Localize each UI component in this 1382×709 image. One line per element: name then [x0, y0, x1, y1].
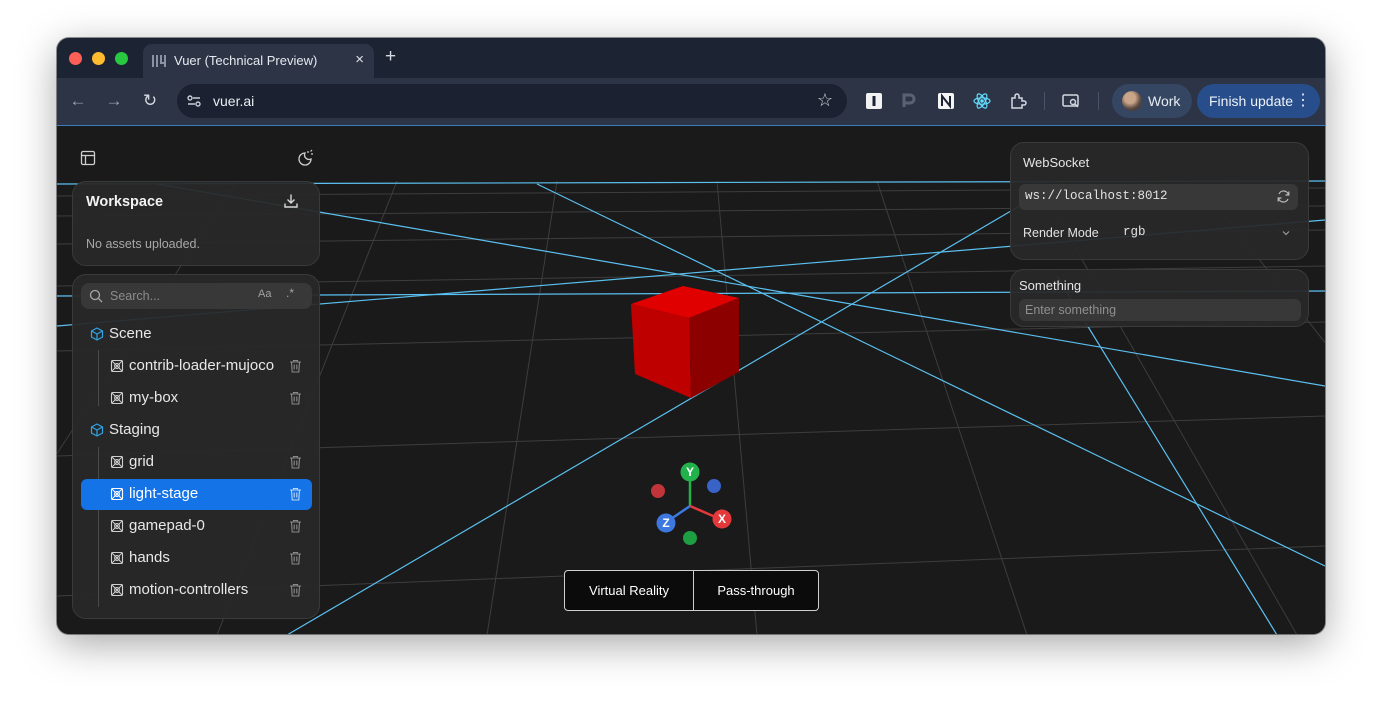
close-window-button[interactable]	[69, 52, 82, 65]
tab-search-icon[interactable]	[1061, 91, 1081, 111]
new-tab-button[interactable]: +	[385, 47, 396, 67]
layout-icon[interactable]	[80, 150, 96, 166]
node-icon	[110, 487, 124, 501]
refresh-icon[interactable]	[1276, 189, 1291, 204]
axis-gizmo[interactable]: Y X Z	[651, 462, 732, 546]
regex-toggle[interactable]: .*	[286, 286, 294, 300]
tree-label: my-box	[129, 389, 179, 406]
browser-window: Vuer (Technical Preview) × + ← → ↻ vuer.…	[57, 38, 1325, 634]
node-icon	[110, 391, 124, 405]
notion-extension-icon[interactable]	[936, 91, 956, 111]
tree-label: light-stage	[129, 485, 199, 502]
tree-node-motion-controllers[interactable]: motion-controllers	[81, 575, 312, 606]
trash-icon[interactable]	[289, 551, 302, 565]
tree-node-light-stage[interactable]: light-stage	[81, 479, 312, 510]
url-text: vuer.ai	[213, 93, 255, 109]
tab-vuer[interactable]: Vuer (Technical Preview) ×	[143, 44, 374, 78]
instapaper-extension-icon[interactable]	[864, 91, 884, 111]
tree-node-hands[interactable]: hands	[81, 543, 312, 574]
three-d-viewport[interactable]: Y X Z Workspace No assets uploaded. Sear…	[57, 125, 1325, 634]
tree-node-grid[interactable]: grid	[81, 447, 312, 478]
trash-icon[interactable]	[289, 391, 302, 405]
tree-label: motion-controllers	[129, 581, 249, 598]
cube-group-icon	[90, 423, 104, 437]
back-button[interactable]: ←	[66, 89, 90, 113]
axis-z-label: Z	[662, 516, 669, 530]
node-icon	[110, 455, 124, 469]
virtual-reality-button[interactable]: Virtual Reality	[565, 571, 693, 610]
tree-label: gamepad-0	[129, 517, 205, 534]
toolbar-divider	[1044, 92, 1045, 110]
render-mode-select[interactable]: rgb	[1123, 225, 1146, 239]
avatar	[1122, 91, 1142, 111]
trash-icon[interactable]	[289, 519, 302, 533]
zoom-window-button[interactable]	[115, 52, 128, 65]
node-icon	[110, 519, 124, 533]
search-input[interactable]	[110, 287, 250, 305]
search-box: Aa .*	[81, 283, 312, 309]
tree-node-contrib-loader-mujoco[interactable]: contrib-loader-mujoco	[81, 351, 312, 382]
trash-icon[interactable]	[289, 583, 302, 597]
websocket-panel: WebSocket ws://localhost:8012 Render Mod…	[1010, 142, 1309, 260]
tab-title: Vuer (Technical Preview)	[174, 53, 318, 68]
browser-toolbar: ← → ↻ vuer.ai ☆ Work Finish update ⋮	[57, 78, 1325, 125]
tree-node-my-box[interactable]: my-box	[81, 383, 312, 414]
node-icon	[110, 551, 124, 565]
react-devtools-extension-icon[interactable]	[972, 91, 992, 111]
tab-close-icon[interactable]: ×	[355, 51, 364, 68]
node-icon	[110, 583, 124, 597]
tree-label: contrib-loader-mujoco	[129, 357, 275, 374]
profile-label: Work	[1148, 93, 1181, 109]
reload-button[interactable]: ↻	[138, 89, 162, 113]
websocket-title: WebSocket	[1023, 155, 1090, 170]
node-icon	[110, 359, 124, 373]
browser-menu-icon[interactable]: ⋮	[1295, 90, 1311, 110]
websocket-url: ws://localhost:8012	[1025, 189, 1168, 203]
websocket-url-field[interactable]: ws://localhost:8012	[1019, 184, 1298, 210]
tree-label: grid	[129, 453, 155, 470]
assets-note: No assets uploaded.	[86, 237, 200, 251]
profile-button[interactable]: Work	[1112, 84, 1192, 118]
bookmark-star-icon[interactable]: ☆	[817, 90, 833, 111]
minimize-window-button[interactable]	[92, 52, 105, 65]
workspace-title: Workspace	[86, 194, 164, 210]
red-cube[interactable]	[631, 286, 739, 398]
forward-button[interactable]: →	[102, 89, 126, 113]
something-panel: Something	[1010, 269, 1309, 327]
something-input[interactable]	[1019, 299, 1301, 321]
tab-bar: Vuer (Technical Preview) × +	[57, 38, 1325, 78]
trash-icon[interactable]	[289, 359, 302, 373]
chevron-down-icon[interactable]	[1281, 228, 1291, 238]
match-case-toggle[interactable]: Aa	[258, 288, 271, 300]
finish-update-button[interactable]: Finish update ⋮	[1197, 84, 1320, 118]
render-mode-label: Render Mode	[1023, 226, 1099, 240]
search-icon	[89, 289, 103, 303]
vuer-favicon-icon	[152, 55, 166, 67]
scene-tree-panel: Aa .* Scene contrib-loader-mujoco my-box	[72, 274, 320, 619]
something-title: Something	[1019, 278, 1082, 293]
address-bar[interactable]: vuer.ai ☆	[177, 84, 847, 118]
site-settings-icon[interactable]	[186, 93, 202, 109]
cube-group-icon	[90, 327, 104, 341]
xr-mode-toggle: Virtual Reality Pass-through	[564, 570, 819, 611]
tree-label: hands	[129, 549, 170, 566]
extensions-puzzle-icon[interactable]	[1008, 91, 1028, 111]
tree-group-scene[interactable]: Scene	[81, 319, 312, 350]
workspace-panel: Workspace No assets uploaded.	[72, 181, 320, 266]
toolbar-divider	[1098, 92, 1099, 110]
trash-icon[interactable]	[289, 487, 302, 501]
tree-label: Staging	[109, 421, 160, 438]
pass-through-button[interactable]: Pass-through	[694, 571, 818, 610]
download-icon[interactable]	[283, 193, 299, 209]
theme-toggle-icon[interactable]	[296, 149, 314, 167]
axis-x-label: X	[718, 512, 726, 526]
pocket-extension-icon[interactable]	[898, 91, 918, 111]
tree-group-staging[interactable]: Staging	[81, 415, 312, 446]
tree-node-gamepad-0[interactable]: gamepad-0	[81, 511, 312, 542]
update-label: Finish update	[1209, 93, 1294, 109]
axis-y-label: Y	[686, 465, 694, 479]
trash-icon[interactable]	[289, 455, 302, 469]
tree-label: Scene	[109, 325, 152, 342]
